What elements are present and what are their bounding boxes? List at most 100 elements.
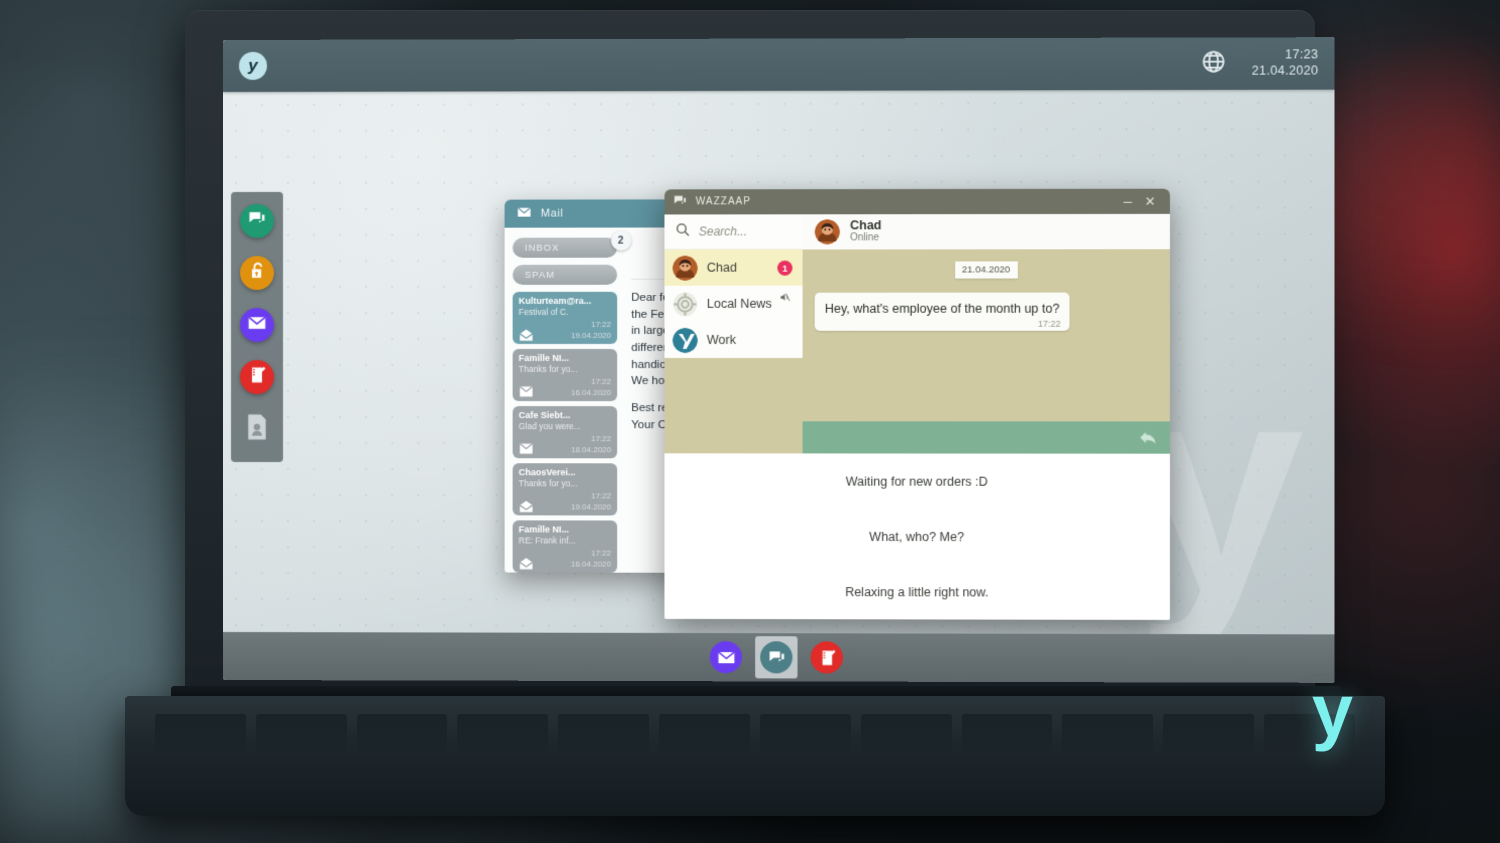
clock-time: 17:23 — [1284, 47, 1319, 62]
folder-label: INBOX — [524, 242, 560, 254]
dock-item-mail[interactable] — [239, 307, 275, 342]
mail-sender: ChaosVerei... — [518, 467, 576, 478]
unread-badge: 1 — [777, 260, 793, 276]
message-bubble: Hey, what's employee of the month up to?… — [814, 292, 1070, 331]
reply-toolbar[interactable] — [802, 421, 1170, 454]
dock-item-chat[interactable] — [239, 203, 275, 238]
mail-open-icon — [519, 557, 534, 570]
mail-subject: Thanks for yo... — [518, 478, 578, 489]
contact-item-chad[interactable]: Chad 1 — [664, 249, 803, 286]
search-icon — [675, 221, 691, 242]
mail-date: 19.04.2020 — [570, 330, 612, 340]
chad-avatar — [814, 219, 840, 245]
mail-list-item[interactable]: Famille NI... RE: Frank inf... 17:22 16.… — [512, 520, 618, 573]
taskbar-item-mail[interactable] — [705, 636, 747, 678]
search-bar[interactable]: Search... — [664, 214, 803, 250]
chat-titlebar: WAZZAAP – ✕ — [664, 188, 1170, 215]
mail-signoff-line: Best re — [631, 402, 668, 415]
mute-icon — [780, 292, 790, 303]
contact-name: Chad — [706, 260, 737, 275]
peer-name: Chad — [850, 217, 882, 232]
mail-time: 17:22 — [590, 434, 612, 444]
mail-list-item[interactable]: Famille NI... Thanks for yo... 17:22 16.… — [512, 348, 618, 402]
mail-date: 16.04.2020 — [570, 559, 612, 569]
search-input[interactable]: Search... — [699, 224, 747, 238]
laptop: y y 17:23 21.04.2020 Mail INBOX 2 SPAM K… — [125, 10, 1385, 816]
clock-date: 21.04.2020 — [1251, 63, 1319, 78]
os-logo[interactable]: y — [238, 51, 268, 80]
brand-logo: y — [1311, 669, 1353, 752]
mail-list-item[interactable]: ChaosVerei... Thanks for yo... 17:22 19.… — [512, 463, 618, 516]
taskbar — [223, 632, 1335, 683]
mail-subject: Thanks for yo... — [518, 364, 578, 375]
date-separator: 21.04.2020 — [954, 261, 1018, 279]
mail-subject: Glad you were... — [518, 421, 581, 432]
reply-arrow-icon[interactable] — [1137, 426, 1159, 448]
message-time: 17:22 — [1037, 318, 1061, 329]
taskbar-item-notes[interactable] — [806, 636, 848, 678]
mail-window-title: Mail — [540, 207, 564, 220]
mail-date: 16.04.2020 — [570, 388, 612, 398]
mail-closed-icon — [519, 442, 534, 454]
envelope-icon — [247, 312, 267, 337]
chad-avatar — [672, 255, 698, 281]
mail-list-item[interactable]: Kulturteam@ra... Festival of C. 17:22 19… — [512, 291, 618, 344]
mail-sender: Kulturteam@ra... — [518, 295, 592, 306]
notepad-pencil-icon — [247, 365, 267, 390]
mail-time: 17:22 — [590, 548, 612, 558]
reply-option[interactable]: What, who? Me? — [664, 509, 1169, 565]
gear-avatar — [673, 291, 698, 316]
mail-time: 17:22 — [590, 377, 612, 387]
taskbar-item-wazzaap[interactable] — [755, 636, 798, 679]
wazzaap-window[interactable]: WAZZAAP – ✕ Search... Chad 1 Local News … — [664, 188, 1170, 620]
keyboard — [155, 714, 1355, 754]
mail-open-icon — [519, 329, 534, 341]
reply-option[interactable]: Relaxing a little right now. — [664, 564, 1169, 620]
contact-item-local-news[interactable]: Local News — [664, 286, 802, 322]
mail-sender: Cafe Siebt... — [518, 410, 571, 421]
peer-status: Online — [850, 232, 880, 244]
close-button[interactable]: ✕ — [1140, 193, 1162, 209]
chat-bubbles-icon — [673, 193, 696, 211]
laptop-screen: y y 17:23 21.04.2020 Mail INBOX 2 SPAM K… — [223, 37, 1335, 683]
mail-subject: Festival of C. — [518, 306, 569, 317]
desktop: y y 17:23 21.04.2020 Mail INBOX 2 SPAM K… — [223, 37, 1335, 683]
envelope-icon — [517, 205, 532, 223]
mail-date: 19.04.2020 — [570, 502, 612, 512]
mail-closed-icon — [519, 385, 534, 397]
globe-icon[interactable] — [1201, 48, 1227, 79]
mail-list-item[interactable]: Cafe Siebt... Glad you were... 17:22 18.… — [512, 406, 618, 459]
contact-card-icon — [242, 412, 272, 447]
chat-window-title: WAZZAAP — [695, 196, 752, 208]
dock-item-security[interactable] — [239, 255, 275, 290]
reply-option[interactable]: Waiting for new orders :D — [664, 453, 1169, 509]
app-dock — [230, 191, 284, 463]
minimize-button[interactable]: – — [1117, 192, 1139, 209]
mail-time: 17:22 — [590, 319, 612, 329]
mail-open-icon — [519, 500, 534, 513]
dock-item-contacts[interactable] — [240, 412, 274, 446]
mail-folder-inbox[interactable]: INBOX 2 — [512, 230, 632, 258]
mail-time: 17:22 — [590, 491, 612, 501]
contact-name: Work — [706, 332, 736, 347]
mail-subject: RE: Frank inf... — [518, 535, 576, 546]
mail-date: 18.04.2020 — [570, 445, 612, 455]
contact-name: Local News — [706, 296, 772, 311]
contact-item-work[interactable]: Work — [664, 322, 802, 358]
yuppie-avatar — [672, 327, 698, 353]
dock-item-notes[interactable] — [239, 360, 275, 395]
mail-sender: Famille NI... — [518, 352, 569, 364]
clock: 17:23 21.04.2020 — [1252, 48, 1319, 80]
mail-folder-spam[interactable]: SPAM — [512, 264, 618, 285]
message-text: Hey, what's employee of the month up to? — [824, 301, 1060, 316]
mail-sender: Famille NI... — [518, 524, 569, 535]
laptop-base — [125, 696, 1385, 816]
chat-bubbles-icon — [760, 641, 793, 674]
notepad-pencil-icon — [810, 641, 843, 674]
folder-label: SPAM — [524, 269, 556, 281]
peer-header: Chad Online — [802, 213, 1170, 250]
reply-options: Waiting for new orders :D What, who? Me?… — [664, 453, 1170, 620]
mail-sidebar: INBOX 2 SPAM Kulturteam@ra... Festival o… — [505, 228, 632, 573]
envelope-icon — [709, 641, 743, 674]
chat-bubbles-icon — [247, 208, 267, 233]
